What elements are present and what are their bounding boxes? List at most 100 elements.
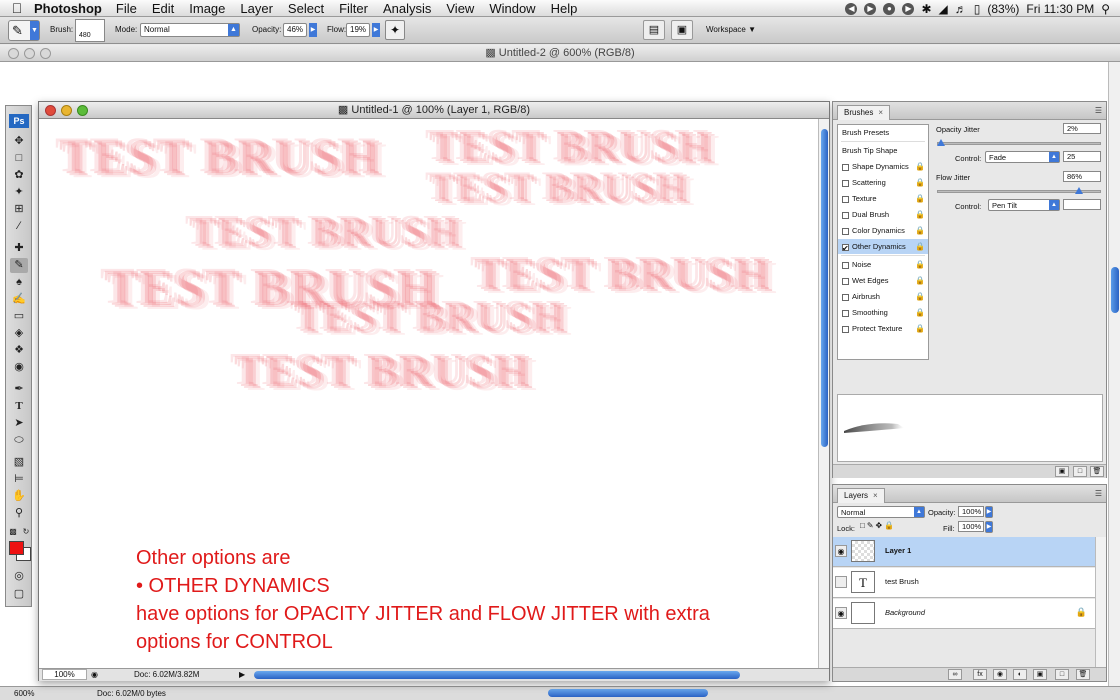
horizontal-scroll-thumb[interactable] [254, 671, 740, 679]
layer-row-test-brush[interactable]: T test Brush [833, 568, 1095, 598]
zoom-button[interactable] [77, 105, 88, 116]
close-icon[interactable]: × [873, 491, 878, 500]
protect-texture-item[interactable]: Protect Texture 🔒 [838, 321, 928, 336]
menu-app-name[interactable]: Photoshop [34, 1, 102, 16]
other-dynamics-item[interactable]: Other Dynamics 🔒 [838, 239, 928, 256]
hand-tool-icon[interactable]: ✋ [10, 489, 28, 504]
lasso-tool-icon[interactable]: ✿ [10, 168, 28, 183]
layer-opacity-slider-button[interactable]: ▶ [985, 506, 993, 518]
menu-image[interactable]: Image [189, 1, 225, 16]
background-document-titlebar[interactable]: ▩ Untitled-2 @ 600% (RGB/8) [0, 45, 1120, 62]
new-layer-icon[interactable]: □ [1055, 669, 1069, 680]
palette-well-button[interactable]: ▤ [643, 20, 665, 40]
lock-icon[interactable]: 🔒 [915, 257, 925, 272]
dodge-tool-icon[interactable]: ◉ [10, 360, 28, 375]
lock-icon[interactable]: 🔒 [915, 159, 925, 174]
swap-colors-icon[interactable]: ↻ [21, 524, 31, 539]
lock-icon[interactable]: 🔒 [915, 239, 925, 254]
shape-dynamics-item[interactable]: Shape Dynamics 🔒 [838, 159, 928, 174]
checkbox[interactable] [842, 179, 849, 187]
menu-help[interactable]: Help [551, 1, 578, 16]
smoothing-item[interactable]: Smoothing 🔒 [838, 305, 928, 320]
zoom-field[interactable]: 100% [42, 669, 87, 680]
flow-control-select[interactable]: Pen Tilt ▲ [988, 199, 1060, 211]
zoom-tool-icon[interactable]: ⚲ [10, 506, 28, 521]
flow-jitter-input[interactable]: 86% [1063, 171, 1101, 182]
lock-icon[interactable]: 🔒 [915, 305, 925, 320]
panel-menu-icon[interactable]: ☰ [1095, 489, 1102, 498]
noise-item[interactable]: Noise 🔒 [838, 257, 928, 272]
pen-tool-icon[interactable]: ✒ [10, 382, 28, 397]
eraser-tool-icon[interactable]: ▭ [10, 309, 28, 324]
lock-icon[interactable]: 🔒 [915, 273, 925, 288]
shape-tool-icon[interactable]: ⬭ [10, 433, 28, 448]
zoom-button[interactable] [40, 48, 51, 59]
checkbox[interactable] [842, 277, 849, 285]
checkbox[interactable] [842, 293, 849, 301]
layers-scrollbar[interactable] [1095, 537, 1106, 667]
lock-pixels-icon[interactable]: ✎ [867, 521, 876, 530]
record-icon[interactable]: ● [883, 2, 896, 15]
color-dynamics-item[interactable]: Color Dynamics 🔒 [838, 223, 928, 238]
move-tool-icon[interactable]: ✥ [10, 134, 28, 149]
slider-knob[interactable] [1075, 187, 1084, 194]
wet-edges-item[interactable]: Wet Edges 🔒 [838, 273, 928, 288]
apple-menu-icon[interactable]:  [0, 0, 34, 16]
brushes-tab[interactable]: Brushes × [837, 105, 891, 120]
clone-stamp-tool-icon[interactable]: ♠ [10, 275, 28, 290]
visibility-eye-icon[interactable]: ◉ [835, 545, 847, 557]
layer-style-icon[interactable]: fx [973, 669, 987, 680]
flow-jitter-slider[interactable] [937, 187, 1101, 194]
healing-brush-tool-icon[interactable]: ✚ [10, 241, 28, 256]
blur-tool-icon[interactable]: ❖ [10, 343, 28, 358]
layer-opacity-input[interactable]: 100% [958, 506, 984, 517]
bridge-button[interactable]: ▣ [671, 20, 693, 40]
history-brush-tool-icon[interactable]: ✍ [10, 292, 28, 307]
menu-view[interactable]: View [446, 1, 474, 16]
status-arrow-icon[interactable]: ▶ [239, 669, 245, 681]
checkbox[interactable] [842, 227, 849, 235]
menu-analysis[interactable]: Analysis [383, 1, 431, 16]
layer-row-background[interactable]: ◉ Background 🔒 [833, 599, 1095, 629]
opacity-control-select[interactable]: Fade ▲ [985, 151, 1060, 163]
checkbox[interactable] [842, 325, 849, 333]
menu-layer[interactable]: Layer [240, 1, 273, 16]
foreground-color-swatch[interactable] [9, 541, 24, 555]
visibility-eye-icon[interactable]: ◉ [835, 607, 847, 619]
bluetooth-icon[interactable]: ✱ [921, 2, 931, 16]
minimize-button[interactable] [24, 48, 35, 59]
airbrush-item[interactable]: Airbrush 🔒 [838, 289, 928, 304]
document-titlebar[interactable]: ▩ Untitled-1 @ 100% (Layer 1, RGB/8) [39, 102, 829, 119]
texture-item[interactable]: Texture 🔒 [838, 191, 928, 206]
menu-window[interactable]: Window [489, 1, 535, 16]
mode-select[interactable]: Normal ▲ [140, 23, 240, 37]
workspace-menu[interactable]: Workspace ▼ [706, 25, 756, 34]
close-button[interactable] [8, 48, 19, 59]
background-zoom[interactable]: 600% [14, 687, 34, 700]
status-menu-icon[interactable]: ◉ [91, 669, 98, 681]
scroll-thumb[interactable] [1111, 267, 1119, 313]
trash-icon[interactable]: 🗑 [1090, 466, 1104, 477]
tool-preset-picker[interactable]: ✎ ▼ [8, 20, 40, 41]
visibility-toggle[interactable] [835, 576, 847, 588]
opacity-jitter-input[interactable]: 2% [1063, 123, 1101, 134]
next-icon[interactable]: ▶ [902, 2, 915, 15]
document-vertical-scrollbar[interactable] [818, 119, 829, 668]
checkbox[interactable] [842, 241, 849, 256]
opacity-input[interactable]: 46% [283, 23, 307, 37]
lock-position-icon[interactable]: ✥ [876, 521, 885, 530]
adjustment-layer-icon[interactable]: ◐ [1013, 669, 1027, 680]
minimize-button[interactable] [61, 105, 72, 116]
trash-icon[interactable]: 🗑 [1076, 669, 1090, 680]
lock-transparent-icon[interactable]: □ [860, 521, 867, 530]
new-preset-icon[interactable]: □ [1073, 466, 1087, 477]
type-tool-icon[interactable]: T [10, 399, 28, 414]
close-icon[interactable]: × [878, 108, 883, 117]
lock-icon[interactable]: 🔒 [915, 289, 925, 304]
slice-tool-icon[interactable]: ∕ [10, 219, 28, 234]
blend-mode-select[interactable]: Normal ▲ [837, 506, 925, 518]
spotlight-icon[interactable]: ⚲ [1101, 2, 1110, 16]
eyedropper-tool-icon[interactable]: ⊨ [10, 472, 28, 487]
lock-icon[interactable]: 🔒 [915, 175, 925, 190]
menu-filter[interactable]: Filter [339, 1, 368, 16]
